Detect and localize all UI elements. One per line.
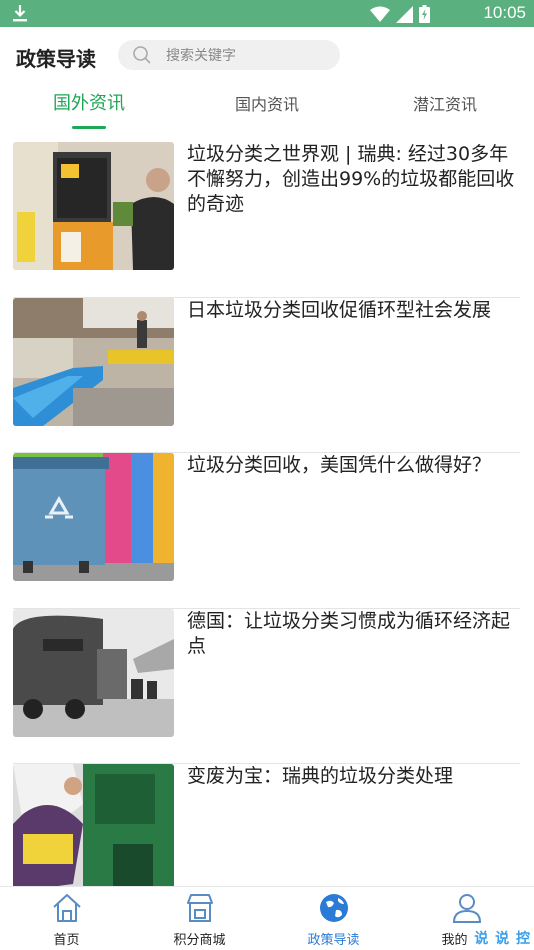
user-icon [452,894,481,923]
tab-domestic-news[interactable]: 国内资讯 [192,91,342,115]
news-title: 变废为宝：瑞典的垃圾分类处理 [187,765,454,787]
news-thumbnail [13,142,174,270]
tab-qianjiang-news[interactable]: 潜江资讯 [370,91,520,115]
news-title: 德国：让垃圾分类习惯成为循环经济起点 [187,609,511,657]
news-thumbnail [13,453,174,581]
search-input[interactable]: 搜索关键字 [118,40,340,70]
news-title: 垃圾分类回收，美国凭什么做得好？ [187,454,492,476]
active-tab-indicator [72,126,106,129]
nav-home[interactable]: 首页 [0,887,133,950]
search-icon [133,46,151,64]
search-placeholder: 搜索关键字 [166,48,236,64]
bottom-nav: 首页 积分商城 政策导读 我的 说 说 控 [0,886,534,950]
nav-label: 积分商城 [173,933,226,948]
wifi-icon [370,6,390,22]
tab-foreign-news[interactable]: 国外资讯 [14,89,164,115]
news-thumbnail [13,297,174,426]
signal-icon [396,5,413,23]
news-list: 垃圾分类之世界观 | 瑞典: 经过30多年不懈努力，创造出99%的垃圾都能回收的… [13,142,520,920]
news-thumbnail [13,764,174,892]
news-title: 日本垃圾分类回收促循环型社会发展 [187,298,492,321]
header: 政策导读 搜索关键字 [0,27,534,83]
nav-points-store[interactable]: 积分商城 [133,887,266,950]
news-title: 垃圾分类之世界观 | 瑞典: 经过30多年不懈努力，创造出99%的垃圾都能回收的… [187,143,515,215]
battery-icon [419,5,430,23]
news-item[interactable]: 垃圾分类回收，美国凭什么做得好？ [13,453,520,609]
home-icon [52,894,81,922]
page-title: 政策导读 [16,47,96,71]
nav-label: 首页 [53,933,80,948]
news-item[interactable]: 垃圾分类之世界观 | 瑞典: 经过30多年不懈努力，创造出99%的垃圾都能回收的… [13,142,520,298]
store-icon [186,894,213,922]
status-bar: 10:05 [0,0,534,27]
nav-label: 政策导读 [307,933,360,948]
download-icon [13,5,27,22]
watermark-text: 说 说 控 [474,931,531,947]
tab-bar: 国外资讯 国内资讯 潜江资讯 [0,83,534,131]
status-time: 10:05 [483,3,526,22]
nav-mine[interactable]: 我的 说 说 控 [400,887,533,950]
globe-icon [319,894,348,922]
news-item[interactable]: 德国：让垃圾分类习惯成为循环经济起点 [13,608,520,764]
news-item[interactable]: 日本垃圾分类回收促循环型社会发展 [13,297,520,453]
news-thumbnail [13,608,174,737]
nav-policy-guide[interactable]: 政策导读 [267,887,400,950]
